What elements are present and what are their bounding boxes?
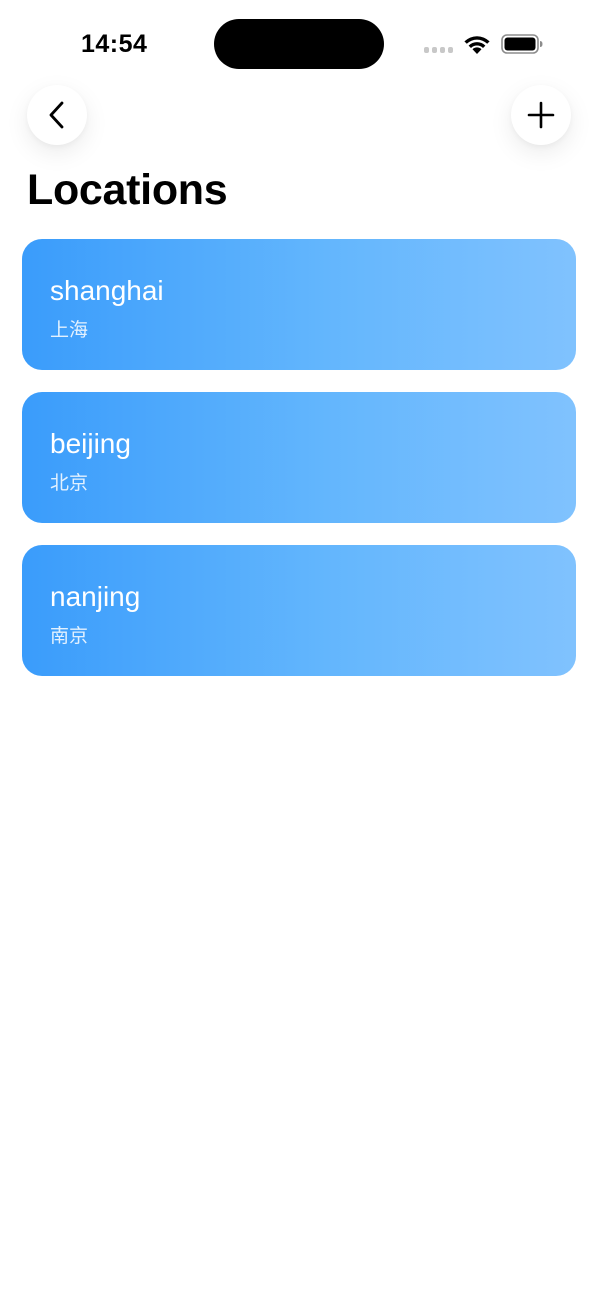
chevron-left-icon (49, 101, 64, 129)
location-name-chinese: 南京 (50, 625, 89, 647)
dynamic-island (214, 19, 384, 69)
add-location-button[interactable] (511, 85, 571, 145)
location-card-beijing[interactable]: beijing 北京 (22, 392, 576, 523)
plus-icon (527, 101, 555, 129)
location-card-nanjing[interactable]: nanjing 南京 (22, 545, 576, 676)
location-name: nanjing (50, 581, 141, 612)
back-button[interactable] (27, 85, 87, 145)
wifi-icon (464, 36, 490, 54)
status-time: 14:54 (81, 30, 148, 58)
location-list: shanghai 上海 beijing 北京 nanjing 南京 (22, 239, 576, 698)
location-name: beijing (50, 428, 131, 459)
location-name-chinese: 上海 (50, 319, 89, 341)
page-title: Locations (27, 166, 228, 214)
cellular-signal-icon (424, 47, 454, 53)
screen: 14:54 Locations shanghai 上海 beijing 北京 n… (0, 0, 598, 1300)
status-bar: 14:54 (0, 0, 598, 88)
battery-icon (501, 34, 543, 54)
location-name: shanghai (50, 275, 164, 306)
location-card-shanghai[interactable]: shanghai 上海 (22, 239, 576, 370)
location-name-chinese: 北京 (50, 472, 89, 494)
